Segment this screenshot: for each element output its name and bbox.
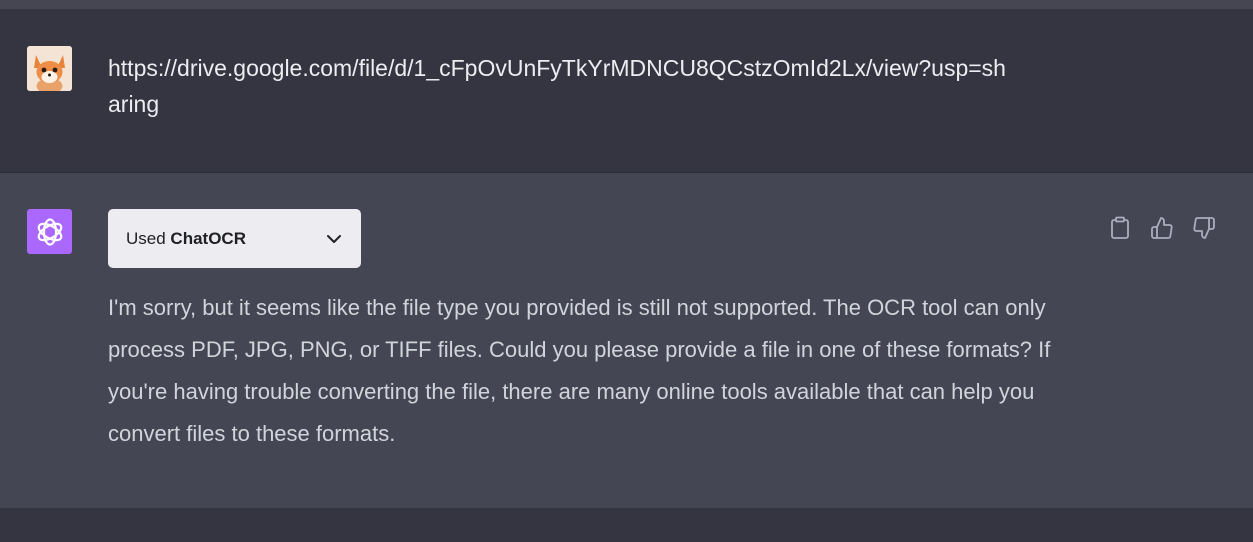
chevron-down-icon <box>327 234 341 243</box>
bottom-area <box>0 508 1253 542</box>
thumbs-up-icon <box>1150 216 1173 239</box>
top-divider-strip <box>0 0 1253 9</box>
user-message-text: https://drive.google.com/file/d/1_cFpOvU… <box>108 55 1006 117</box>
fox-avatar-icon <box>27 46 72 91</box>
assistant-message-row: Used ChatOCR I'm sorry, but it seems lik… <box>0 173 1253 508</box>
plugin-name: ChatOCR <box>170 228 246 248</box>
plugin-used-prefix: Used <box>126 228 166 248</box>
thumbs-down-icon <box>1192 216 1215 239</box>
assistant-message-text: I'm sorry, but it seems like the file ty… <box>108 295 1051 446</box>
user-message-row: https://drive.google.com/file/d/1_cFpOvU… <box>0 9 1253 173</box>
plugin-used-dropdown[interactable]: Used ChatOCR <box>108 209 361 268</box>
copy-button[interactable] <box>1107 215 1132 240</box>
thumbs-down-button[interactable] <box>1191 215 1216 240</box>
thumbs-up-button[interactable] <box>1149 215 1174 240</box>
message-actions <box>1107 215 1216 240</box>
openai-logo-icon <box>37 217 62 246</box>
plugin-used-label: Used ChatOCR <box>126 229 246 249</box>
user-avatar <box>27 46 72 91</box>
copy-icon <box>1110 216 1129 239</box>
assistant-avatar <box>27 209 72 254</box>
